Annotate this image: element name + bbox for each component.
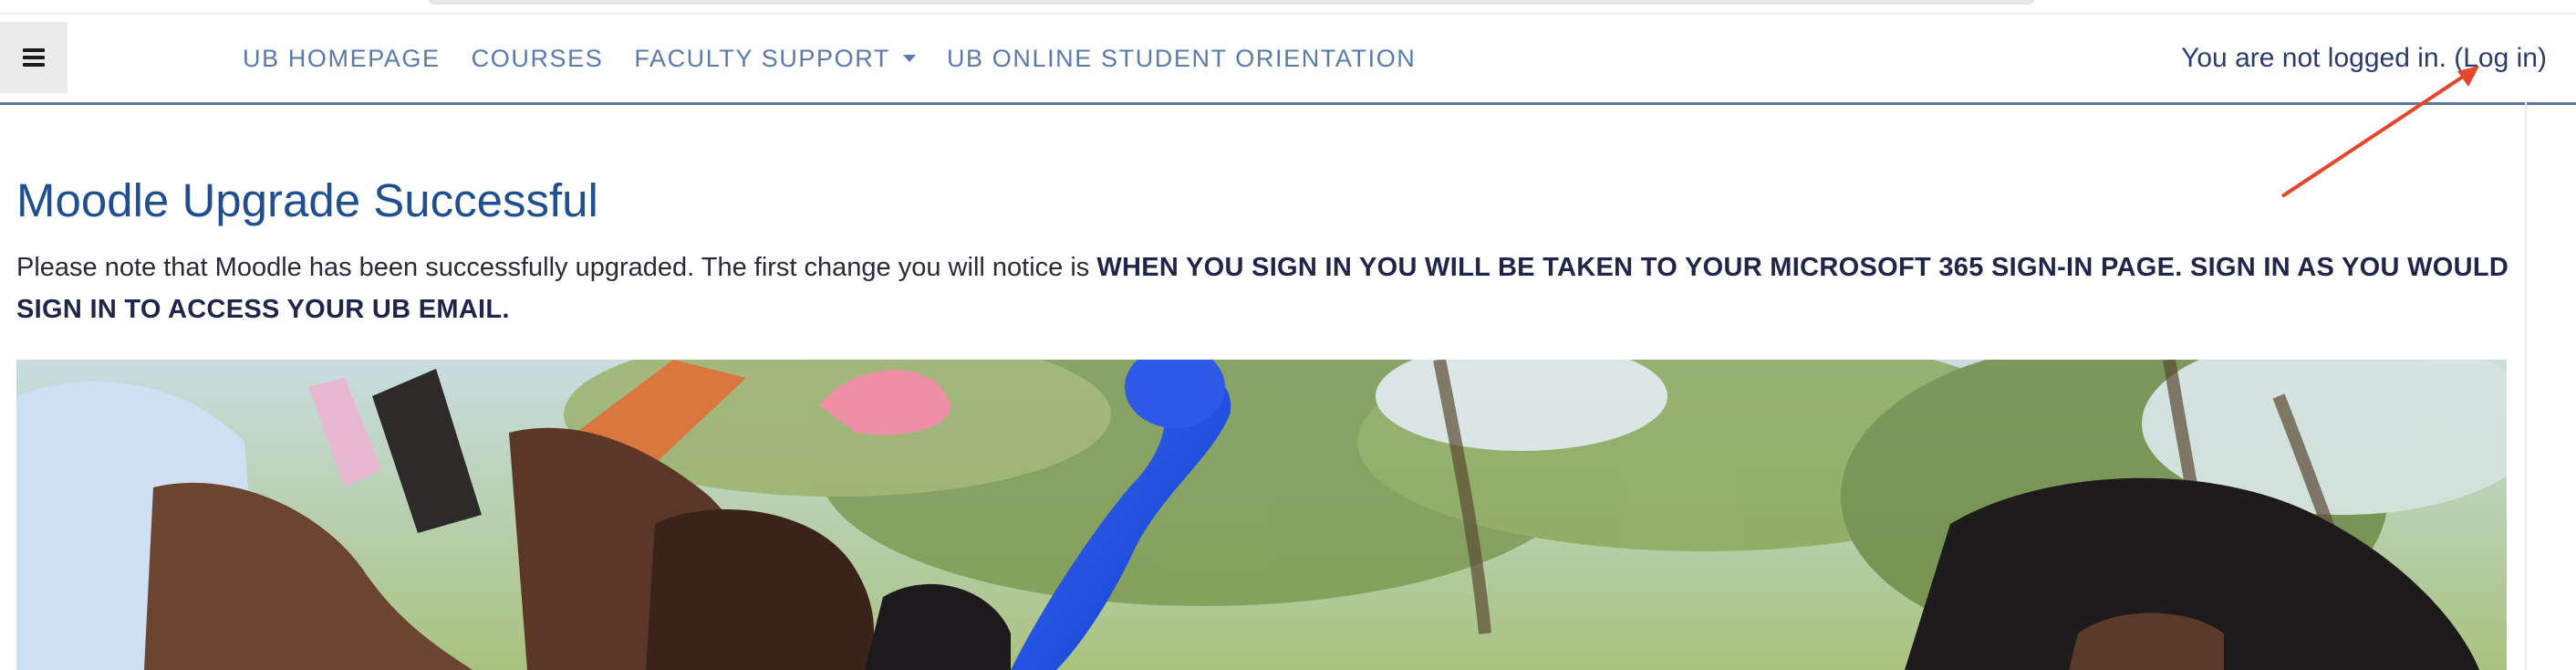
login-link[interactable]: Log in (2463, 43, 2538, 74)
menu-toggle-button[interactable] (0, 22, 68, 93)
page-scroll-rail (2525, 102, 2527, 670)
notice-text: Please note that Moodle has been success… (16, 253, 1097, 282)
page-title: Moodle Upgrade Successful (16, 174, 598, 226)
login-status-suffix: ) (2538, 43, 2547, 73)
hamburger-menu-icon (23, 48, 45, 67)
banner-photo (16, 360, 2507, 670)
login-status: You are not logged in. (Log in) (2181, 15, 2547, 102)
top-navbar: UB HOMEPAGE COURSES FACULTY SUPPORT UB O… (0, 15, 2576, 105)
nav-links: UB HOMEPAGE COURSES FACULTY SUPPORT UB O… (243, 15, 1447, 102)
banner-photo-image (16, 360, 2507, 670)
nav-link-courses[interactable]: COURSES (472, 45, 604, 73)
caret-down-icon (902, 55, 916, 62)
browser-tab-edge (429, 0, 2034, 5)
nav-dropdown-label: FACULTY SUPPORT (634, 44, 890, 72)
nav-link-ub-homepage[interactable]: UB HOMEPAGE (243, 45, 441, 73)
upgrade-notice: Please note that Moodle has been success… (16, 246, 2516, 330)
login-status-prefix: You are not logged in. ( (2181, 43, 2464, 73)
nav-dropdown-faculty-support[interactable]: FACULTY SUPPORT (634, 45, 916, 73)
nav-link-student-orientation[interactable]: UB ONLINE STUDENT ORIENTATION (947, 45, 1416, 73)
browser-top-strip (0, 0, 2576, 15)
